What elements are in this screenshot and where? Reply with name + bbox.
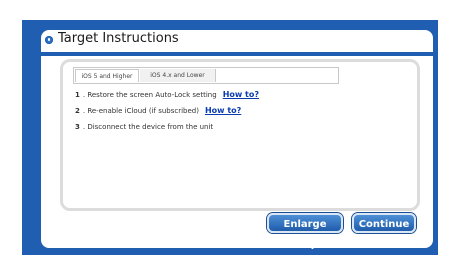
step-item: 1. Restore the screen Auto-Lock setting H… bbox=[75, 89, 405, 105]
instructions-panel: iOS 5 and Higher iOS 4.x and Lower 1. Re… bbox=[60, 59, 420, 211]
dialog-title-bar: Target Instructions bbox=[41, 30, 433, 48]
step-text: . Restore the screen Auto-Lock setting bbox=[82, 91, 217, 99]
tab-ios5-and-higher[interactable]: iOS 5 and Higher bbox=[75, 69, 139, 82]
title-divider bbox=[41, 52, 433, 56]
step-number: 2 bbox=[75, 107, 80, 115]
step-text: . Disconnect the device from the unit bbox=[82, 123, 214, 131]
info-icon bbox=[45, 36, 53, 44]
step-number: 3 bbox=[75, 123, 80, 131]
tab-strip: iOS 5 and Higher iOS 4.x and Lower bbox=[73, 67, 339, 84]
steps-list: 1. Restore the screen Auto-Lock setting H… bbox=[75, 89, 405, 137]
step-item: 2. Re-enable iCloud (if subscribed) How t… bbox=[75, 105, 405, 121]
app-background: Target Instructions iOS 5 and Higher iOS… bbox=[22, 20, 438, 255]
how-to-link[interactable]: How to? bbox=[223, 90, 259, 99]
step-number: 1 bbox=[75, 91, 80, 99]
instructions-dialog: Target Instructions iOS 5 and Higher iOS… bbox=[41, 30, 433, 250]
tab-ios4-and-lower[interactable]: iOS 4.x and Lower bbox=[140, 69, 216, 82]
enlarge-help-button[interactable]: Enlarge Help bbox=[267, 213, 343, 250]
dialog-title: Target Instructions bbox=[58, 31, 179, 46]
how-to-link[interactable]: How to? bbox=[205, 106, 241, 115]
step-text: . Re-enable iCloud (if subscribed) bbox=[82, 107, 199, 115]
step-item: 3. Disconnect the device from the unit bbox=[75, 121, 405, 137]
continue-button[interactable]: Continue » bbox=[352, 213, 416, 250]
